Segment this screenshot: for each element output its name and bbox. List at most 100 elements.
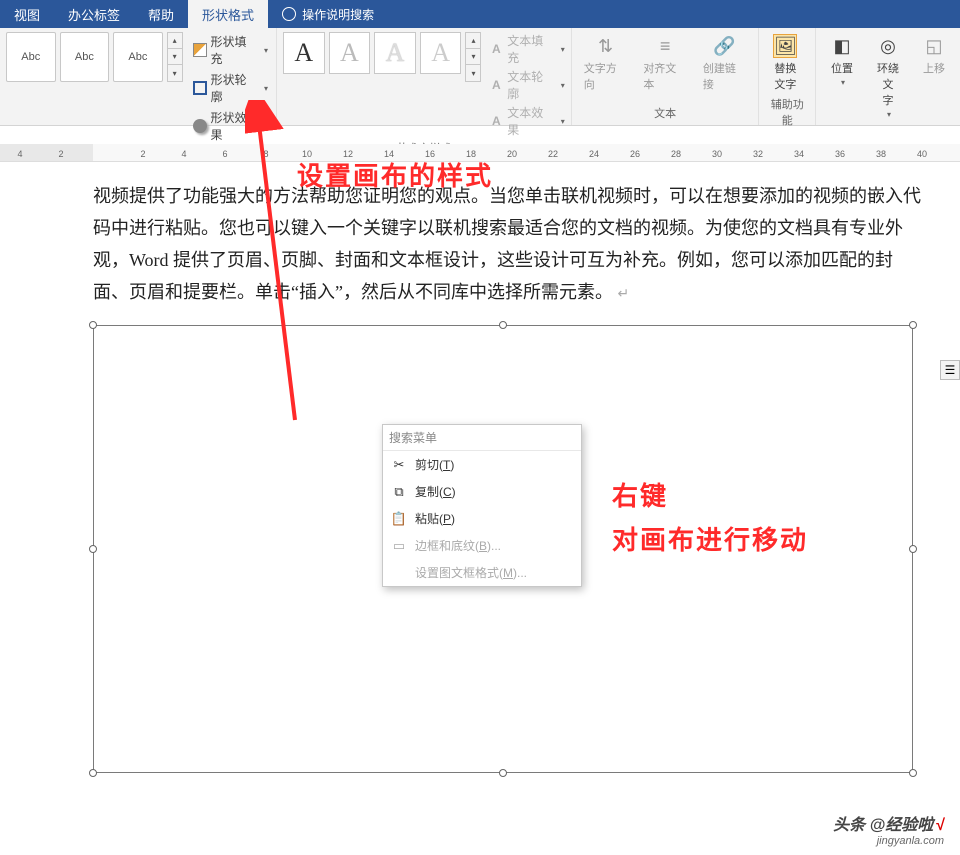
ruler-tick: 8 [263,149,268,159]
align-text-button[interactable]: ≡对齐文本 [637,32,693,94]
more-icon[interactable]: ▾ [168,65,182,81]
context-menu: 搜索菜单 ✂ 剪切(T) ⧉ 复制(C) 📋粘贴(P) ▭ 边框和底纹(B)... 设置图文框… [382,424,582,587]
layout-options-badge[interactable]: ☰ [940,360,960,380]
ruler-tick: 2 [140,149,145,159]
paragraph-mark-icon: ↵ [617,287,629,302]
chevron-up-icon[interactable]: ▴ [466,33,480,49]
ruler-tick: 20 [507,149,517,159]
ruler-tick: 36 [835,149,845,159]
context-menu-item: 设置图文框格式(M)... [383,559,581,586]
group-arrange: ◧位置▾ ◎环绕文 字▾ ◱上移 [816,28,960,125]
group-label-accessibility: 辅助功能 [765,94,809,130]
checkmark-icon: √ [935,817,944,834]
menu-item-icon: ⧉ [391,484,407,500]
watermark: 头条 @经验啦√ jingyanla.com [833,811,944,847]
context-menu-item: ▭ 边框和底纹(B)... [383,532,581,559]
resize-handle[interactable] [499,321,507,329]
tab-shape-format[interactable]: 形状格式 [188,0,268,28]
shape-style-preset-3[interactable]: Abc [113,32,163,82]
shape-effect-button[interactable]: 形状效果▾ [191,108,270,144]
alt-text-icon: 🖼 [773,34,797,58]
context-menu-item[interactable]: ✂ 剪切(T) [383,451,581,478]
shape-style-preset-2[interactable]: Abc [60,32,110,82]
ruler-tick: 22 [548,149,558,159]
menu-item-label: 剪切(T) [415,456,454,473]
resize-handle[interactable] [89,545,97,553]
ruler-tick: 30 [712,149,722,159]
tab-office[interactable]: 办公标签 [54,0,134,28]
menu-bar: 视图 办公标签 帮助 形状格式 操作说明搜索 [0,0,960,28]
align-text-icon: ≡ [653,34,677,58]
ruler-tick: 4 [181,149,186,159]
effect-icon [193,119,207,133]
text-direction-button[interactable]: ⇅文字方向 [578,32,634,94]
menu-item-label: 设置图文框格式(M)... [415,564,527,581]
chevron-up-icon[interactable]: ▴ [168,33,182,49]
group-wordart: A A A A ▴ ▾ ▾ A文本填充▾ A文本轮廓▾ A文本效果▾ 艺术字样式 [277,28,572,125]
layout-options-icon: ☰ [945,363,956,377]
ribbon: Abc Abc Abc ▴ ▾ ▾ 形状填充▾ 形状轮廓▾ 形状效果▾ 形状样式… [0,28,960,126]
ruler-tick: 24 [589,149,599,159]
fill-icon [193,43,207,57]
wordart-preset-3[interactable]: A [374,32,416,74]
tell-me-label: 操作说明搜索 [302,6,374,23]
chevron-down-icon[interactable]: ▾ [466,49,480,65]
group-shape-styles: Abc Abc Abc ▴ ▾ ▾ 形状填充▾ 形状轮廓▾ 形状效果▾ 形状样式 [0,28,277,125]
ruler-tick: 38 [876,149,886,159]
tab-view[interactable]: 视图 [0,0,54,28]
wordart-gallery-nav[interactable]: ▴ ▾ ▾ [465,32,481,82]
wordart-preset-1[interactable]: A [283,32,325,74]
document-paragraph[interactable]: 视频提供了功能强大的方法帮助您证明您的观点。当您单击联机视频时，可以在想要添加的… [93,180,925,311]
chevron-down-icon[interactable]: ▾ [168,49,182,65]
menu-item-label: 边框和底纹(B)... [415,537,501,554]
link-icon: 🔗 [713,34,737,58]
wordart-preset-2[interactable]: A [329,32,371,74]
menu-item-label: 复制(C) [415,483,456,500]
annotation-text-2: 右键 对画布进行移动 [612,474,808,562]
group-label-text: 文本 [578,103,753,123]
text-effect-icon: A [489,114,503,128]
text-outline-button[interactable]: A文本轮廓▾ [489,68,564,102]
tab-help[interactable]: 帮助 [134,0,188,28]
text-fill-button[interactable]: A文本填充▾ [489,32,564,66]
ruler-tick: 28 [671,149,681,159]
context-menu-item[interactable]: ⧉ 复制(C) [383,478,581,505]
alt-text-button[interactable]: 🖼替换 文字 [765,32,805,94]
menu-item-icon: ▭ [391,538,407,554]
resize-handle[interactable] [909,545,917,553]
shape-style-preset-1[interactable]: Abc [6,32,56,82]
text-fill-icon: A [489,42,503,56]
position-button[interactable]: ◧位置▾ [822,32,862,89]
text-direction-icon: ⇅ [594,34,618,58]
resize-handle[interactable] [909,769,917,777]
create-link-button[interactable]: 🔗创建链接 [697,32,753,94]
tell-me-search[interactable]: 操作说明搜索 [268,0,388,28]
resize-handle[interactable] [89,321,97,329]
position-icon: ◧ [830,34,854,58]
annotation-text-1: 设置画布的样式 [297,156,493,193]
group-label-arrange [822,121,954,125]
text-outline-icon: A [489,78,503,92]
bring-forward-button[interactable]: ◱上移 [914,32,954,78]
context-menu-search[interactable]: 搜索菜单 [383,425,581,451]
resize-handle[interactable] [909,321,917,329]
ruler-tick: 32 [753,149,763,159]
text-effect-button[interactable]: A文本效果▾ [489,104,564,138]
shape-style-gallery-nav[interactable]: ▴ ▾ ▾ [167,32,183,82]
shape-outline-button[interactable]: 形状轮廓▾ [191,70,270,106]
shape-fill-button[interactable]: 形状填充▾ [191,32,270,68]
context-menu-item[interactable]: 📋粘贴(P) [383,505,581,532]
ruler-tick: 34 [794,149,804,159]
menu-item-label: 粘贴(P) [415,510,455,527]
menu-item-icon [391,565,407,581]
outline-icon [193,81,207,95]
resize-handle[interactable] [89,769,97,777]
wordart-preset-4[interactable]: A [420,32,462,74]
ruler-tick: 40 [917,149,927,159]
more-icon[interactable]: ▾ [466,65,480,81]
ruler-tick: 4 [17,149,22,159]
menu-item-icon: ✂ [391,457,407,473]
resize-handle[interactable] [499,769,507,777]
wrap-text-button[interactable]: ◎环绕文 字▾ [866,32,910,121]
ruler-tick: 26 [630,149,640,159]
